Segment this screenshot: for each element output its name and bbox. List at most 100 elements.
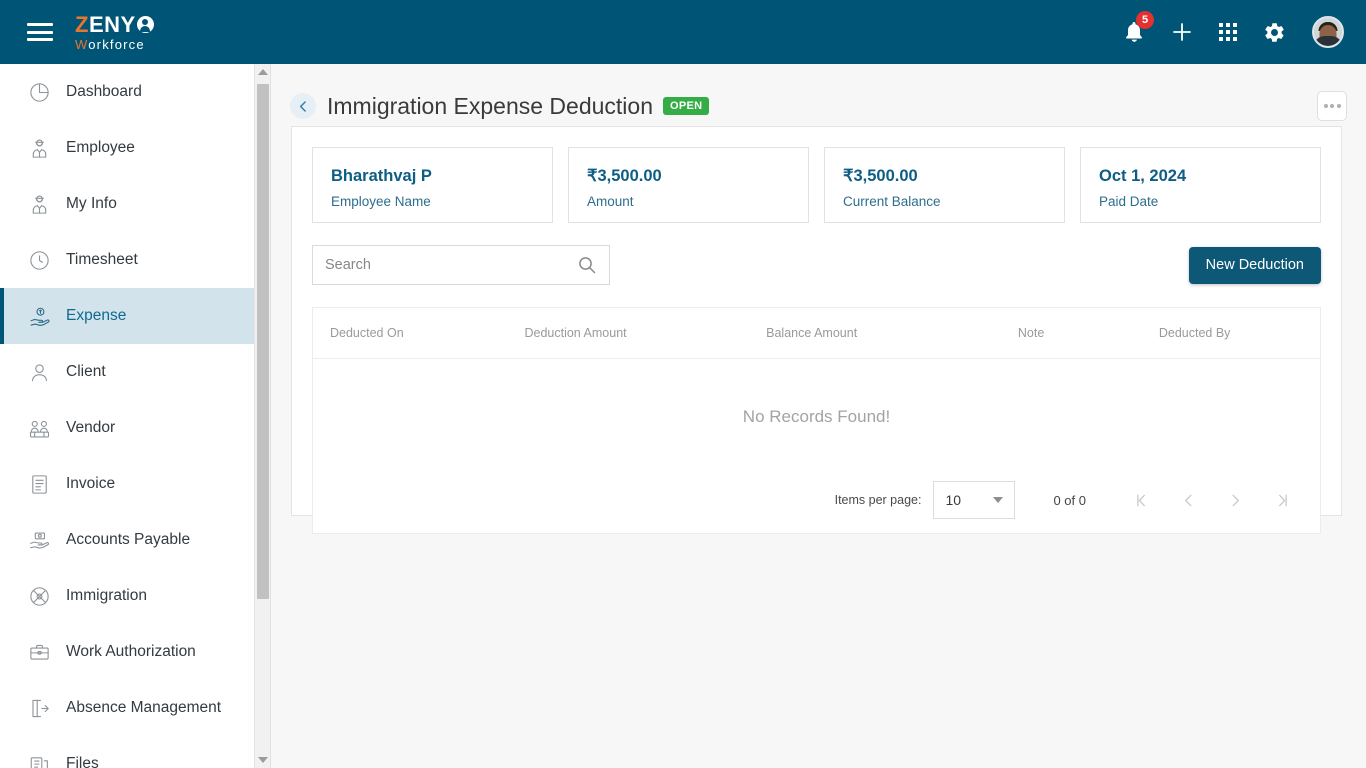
plus-icon	[1173, 23, 1191, 41]
employee-icon	[26, 135, 52, 161]
search-container[interactable]	[312, 245, 610, 285]
employee-icon	[26, 191, 52, 217]
settings-button[interactable]	[1263, 21, 1286, 44]
paginator: Items per page: 10 0 of 0	[313, 471, 1320, 533]
sidebar-item-accounts-payable[interactable]: Accounts Payable	[0, 512, 254, 568]
summary-card-value: Oct 1, 2024	[1099, 167, 1187, 185]
logo-subtitle-w: W	[75, 36, 89, 52]
clock-icon	[26, 247, 52, 273]
sidebar-item-dashboard[interactable]: Dashboard	[0, 64, 254, 120]
new-deduction-button[interactable]: New Deduction	[1188, 246, 1321, 284]
table-header-row: Deducted On Deduction Amount Balance Amoun…	[313, 308, 1320, 359]
summary-card-label: Paid Date	[1099, 193, 1159, 209]
table-column-header[interactable]: Note	[1017, 308, 1159, 359]
app-logo[interactable]: Z ENY Workforce	[75, 11, 154, 51]
gear-icon	[1265, 22, 1284, 42]
sidebar-item-vendor[interactable]: Vendor	[0, 400, 254, 456]
toolbar: New Deduction	[312, 245, 1321, 285]
sidebar-item-label: Dashboard	[66, 83, 142, 100]
sidebar-item-label: Timesheet	[66, 251, 138, 268]
sidebar-item-label: My Info	[66, 195, 117, 212]
table-column-header[interactable]: Balance Amount	[766, 308, 1018, 359]
sidebar-item-label: Accounts Payable	[66, 531, 191, 548]
sidebar-item-label: Files	[66, 755, 99, 768]
sidebar-scrollbar[interactable]	[255, 64, 271, 768]
sidebar-item-client[interactable]: Client	[0, 344, 254, 400]
sidebar-item-invoice[interactable]: Invoice	[0, 456, 254, 512]
search-icon[interactable]	[577, 255, 597, 275]
more-options-button[interactable]	[1317, 91, 1347, 121]
sidebar-item-label: Immigration	[66, 587, 147, 604]
logo-person-icon	[136, 16, 154, 33]
first-page-button[interactable]	[1118, 485, 1165, 515]
logo-subtitle: Workforce	[75, 38, 154, 51]
next-page-icon	[1232, 494, 1239, 506]
summary-card: Oct 1, 2024 Paid Date	[1080, 147, 1321, 223]
summary-card-label: Current Balance	[843, 193, 941, 209]
scroll-up-arrow-icon[interactable]	[255, 64, 271, 80]
previous-page-button[interactable]	[1165, 485, 1212, 515]
document-icon	[26, 471, 52, 497]
scrollbar-thumb[interactable]	[257, 84, 269, 599]
summary-card-value: Bharathvaj P	[331, 167, 432, 185]
add-button[interactable]	[1171, 21, 1193, 43]
summary-card: ₹3,500.00 Amount	[568, 147, 809, 223]
ellipsis-dot	[1330, 104, 1334, 108]
prev-page-icon	[1185, 494, 1192, 506]
apps-button[interactable]	[1219, 23, 1237, 41]
summary-card-label: Employee Name	[331, 193, 431, 209]
logo-text-z: Z	[75, 11, 89, 37]
exit-door-icon	[26, 695, 52, 721]
items-per-page-select[interactable]: 10	[933, 481, 1016, 519]
scroll-down-arrow-icon[interactable]	[255, 752, 271, 768]
records-table: Deducted On Deduction Amount Balance Amoun…	[313, 308, 1320, 471]
hamburger-menu-icon[interactable]	[27, 23, 53, 41]
summary-card-label: Amount	[587, 193, 634, 209]
table-column-header[interactable]: Deducted On	[313, 308, 525, 359]
logo-subtitle-rest: orkforce	[88, 36, 145, 52]
back-button[interactable]	[290, 93, 316, 119]
sidebar-item-employee[interactable]: Employee	[0, 120, 254, 176]
sidebar-item-label: Work Authorization	[66, 643, 196, 660]
person-icon	[26, 359, 52, 385]
notifications-button[interactable]: 5	[1123, 11, 1154, 44]
hand-money-icon	[26, 303, 52, 329]
table-column-header[interactable]: Deducted By	[1158, 308, 1320, 359]
main-content: Immigration Expense Deduction OPEN Bhara…	[272, 64, 1366, 768]
search-input[interactable]	[325, 257, 577, 273]
table-column-header[interactable]: Deduction Amount	[524, 308, 767, 359]
empty-state-message: No Records Found!	[742, 407, 891, 426]
chevron-left-icon	[299, 100, 306, 112]
sidebar-item-label: Vendor	[66, 419, 116, 436]
sidebar-nav: Dashboard Employee My Info Timesheet Expense…	[0, 64, 255, 768]
sidebar-item-expense[interactable]: Expense	[0, 288, 254, 344]
sidebar-item-immigration[interactable]: Immigration	[0, 568, 254, 624]
sidebar-item-label: Expense	[66, 307, 127, 324]
files-icon	[26, 751, 52, 768]
sidebar-item-timesheet[interactable]: Timesheet	[0, 232, 254, 288]
page-title: Immigration Expense Deduction	[327, 92, 653, 119]
sidebar-item-label: Absence Management	[66, 699, 222, 716]
page-range-label: 0 of 0	[1053, 492, 1086, 508]
notification-badge: 5	[1136, 11, 1154, 29]
items-per-page-value: 10	[945, 492, 962, 508]
sidebar-item-my-info[interactable]: My Info	[0, 176, 254, 232]
sidebar-item-files[interactable]: Files	[0, 736, 254, 768]
briefcase-icon	[26, 639, 52, 665]
avatar-body	[1314, 36, 1342, 46]
chevron-down-icon	[993, 497, 1004, 503]
summary-card: ₹3,500.00 Current Balance	[824, 147, 1065, 223]
apps-grid-icon	[1219, 23, 1237, 41]
sidebar-item-absence-management[interactable]: Absence Management	[0, 680, 254, 736]
last-page-button[interactable]	[1259, 485, 1306, 515]
globe-plane-icon	[26, 583, 52, 609]
summary-card: Bharathvaj P Employee Name	[312, 147, 553, 223]
vendor-icon	[26, 415, 52, 441]
summary-card-value: ₹3,500.00	[587, 167, 662, 185]
ellipsis-dot	[1323, 104, 1328, 108]
user-avatar[interactable]	[1312, 16, 1344, 48]
summary-cards: Bharathvaj P Employee Name ₹3,500.00 Amount…	[312, 147, 1321, 223]
next-page-button[interactable]	[1212, 485, 1259, 515]
pie-chart-icon	[26, 79, 52, 105]
sidebar-item-work-authorization[interactable]: Work Authorization	[0, 624, 254, 680]
